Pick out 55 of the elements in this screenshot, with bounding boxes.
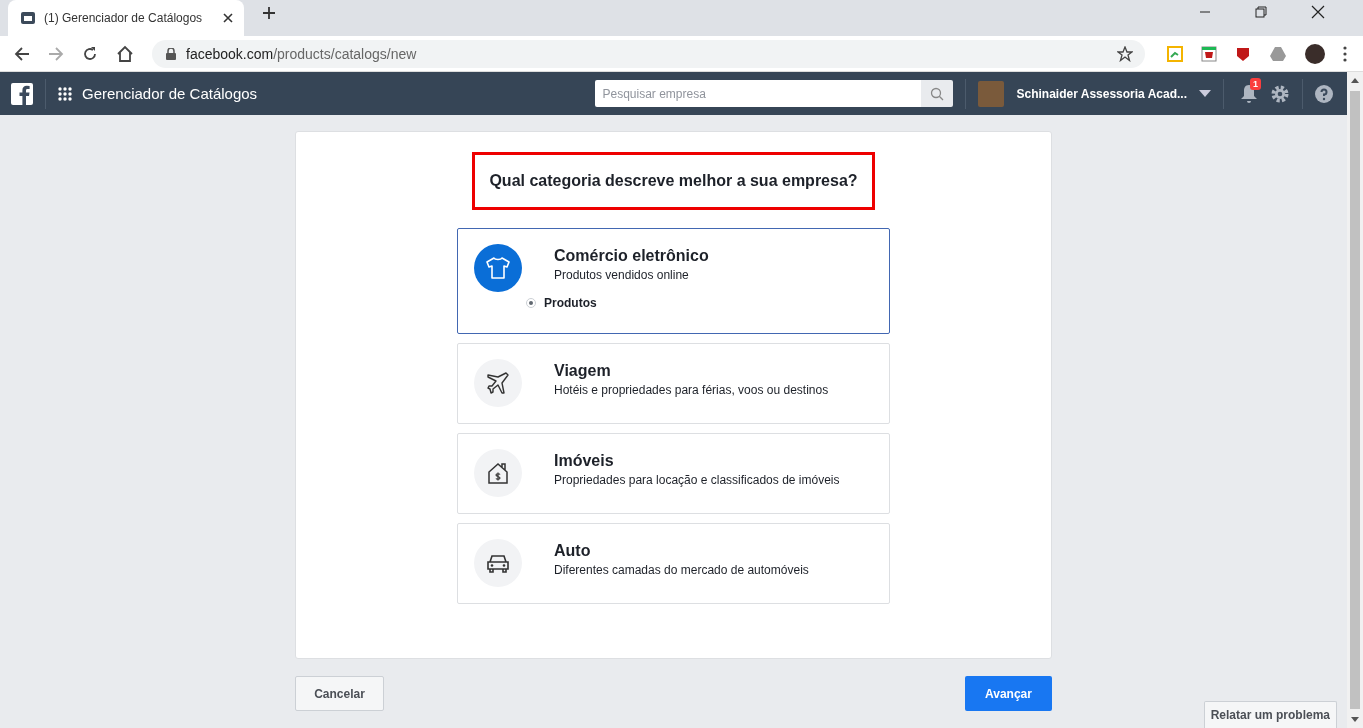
settings-icon[interactable] [1270,83,1290,104]
address-bar[interactable]: facebook.com/products/catalogs/new [152,39,1145,68]
extension-icon[interactable] [1201,45,1217,62]
extension-icon[interactable] [1167,45,1183,62]
category-title: Viagem [554,362,612,380]
category-description: Hotéis e propriedades para férias, voos ou destinos [554,383,830,397]
scroll-down-icon[interactable] [1351,717,1359,722]
category-option[interactable]: Comércio eletrônico Produtos vendidos online Produtos [457,228,890,334]
option-label[interactable]: Produtos [544,296,597,310]
scrollbar[interactable] [1347,72,1363,728]
bell-icon[interactable] [1240,83,1258,104]
category-option[interactable]: Imóveis Propriedades para locação e classificados de imóveis [457,433,890,514]
category-title: Comércio eletrônico [554,247,710,265]
page-icon [20,10,36,26]
search-button[interactable] [921,80,954,107]
back-icon[interactable] [14,45,30,62]
category-title: Imóveis [554,452,615,470]
close-icon[interactable] [1311,5,1325,19]
profile-avatar[interactable] [1305,43,1325,64]
category-title: Auto [554,542,592,560]
close-icon[interactable] [222,12,234,24]
category-description: Diferentes camadas do mercado de automóveis [554,563,810,577]
question-heading: Qual categoria descreve melhor a sua empresa? [472,152,875,210]
search-icon [930,86,945,101]
search-field[interactable]: Pesquisar empresa [595,80,922,107]
airplane-icon [486,371,510,395]
scrollbar-thumb[interactable] [1350,91,1360,709]
house-dollar-icon [487,461,509,485]
menu-icon[interactable] [1343,45,1347,62]
t-shirt-icon [485,256,511,280]
apps-grid-icon[interactable] [58,86,72,101]
account-name[interactable]: Schinaider Assessoria Acad... [1016,86,1187,101]
restore-icon[interactable] [1255,6,1267,18]
star-icon[interactable] [1117,45,1133,62]
shield-icon[interactable] [1235,45,1251,62]
home-icon[interactable] [116,44,134,63]
cancel-button[interactable]: Cancelar [295,676,384,711]
app-title: Gerenciador de Catálogos [82,85,258,102]
car-icon [486,553,510,573]
category-description: Propriedades para locação e classificados de imóveis [554,473,841,487]
scroll-up-icon[interactable] [1351,78,1359,83]
caret-icon[interactable] [1199,90,1211,97]
radio-button[interactable] [526,298,536,308]
notification-badge: 1 [1250,77,1261,90]
category-description: Produtos vendidos online [554,268,690,282]
category-option[interactable]: Auto Diferentes camadas do mercado de automóveis [457,523,890,604]
reload-icon[interactable] [82,45,98,62]
category-option[interactable]: Viagem Hotéis e propriedades para férias, voos ou destinos [457,343,890,424]
lock-icon [166,47,176,60]
url-text: facebook.com/products/catalogs/new [186,45,417,62]
report-problem-button[interactable]: Relatar um problema [1203,701,1337,728]
new-tab-icon[interactable] [262,5,276,20]
facebook-logo-icon[interactable] [11,82,33,105]
help-icon[interactable] [1315,84,1333,103]
next-button[interactable]: Avançar [965,676,1052,711]
